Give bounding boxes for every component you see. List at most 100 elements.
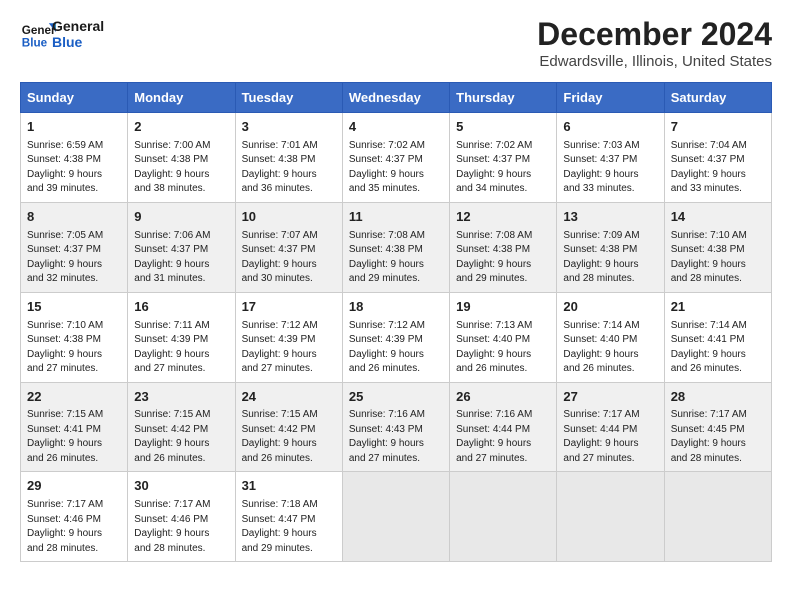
day-number: 28 (671, 388, 765, 407)
sunrise-label: Sunrise: 7:12 AM (349, 320, 425, 331)
sunset-label: Sunset: 4:38 PM (27, 154, 101, 165)
sunrise-label: Sunrise: 7:02 AM (349, 140, 425, 151)
daylight-label: Daylight: 9 hours (456, 259, 531, 270)
calendar-cell: 5Sunrise: 7:02 AMSunset: 4:37 PMDaylight… (450, 113, 557, 203)
sunset-label: Sunset: 4:41 PM (671, 334, 745, 345)
sunset-label: Sunset: 4:38 PM (671, 244, 745, 255)
calendar-cell: 18Sunrise: 7:12 AMSunset: 4:39 PMDayligh… (342, 292, 449, 382)
day-number: 21 (671, 298, 765, 317)
sunset-label: Sunset: 4:39 PM (242, 334, 316, 345)
daylight-label: Daylight: 9 hours (456, 349, 531, 360)
sunrise-label: Sunrise: 7:17 AM (134, 499, 210, 510)
daylight-label: Daylight: 9 hours (27, 259, 102, 270)
day-number: 22 (27, 388, 121, 407)
calendar-cell: 25Sunrise: 7:16 AMSunset: 4:43 PMDayligh… (342, 382, 449, 472)
daylight-label: Daylight: 9 hours (27, 169, 102, 180)
sunset-label: Sunset: 4:38 PM (456, 244, 530, 255)
day-number: 13 (563, 208, 657, 227)
day-number: 8 (27, 208, 121, 227)
daylight-label: Daylight: 9 hours (671, 259, 746, 270)
sunset-label: Sunset: 4:37 PM (349, 154, 423, 165)
sunrise-label: Sunrise: 7:10 AM (27, 320, 103, 331)
calendar-cell: 16Sunrise: 7:11 AMSunset: 4:39 PMDayligh… (128, 292, 235, 382)
col-header-thursday: Thursday (450, 83, 557, 113)
svg-text:General: General (22, 24, 56, 37)
calendar-cell: 17Sunrise: 7:12 AMSunset: 4:39 PMDayligh… (235, 292, 342, 382)
day-number: 10 (242, 208, 336, 227)
sunset-label: Sunset: 4:39 PM (134, 334, 208, 345)
daylight-label: Daylight: 9 hours (349, 349, 424, 360)
daylight-value: and 26 minutes. (349, 363, 420, 374)
sunrise-label: Sunrise: 7:15 AM (27, 409, 103, 420)
daylight-value: and 31 minutes. (134, 273, 205, 284)
sunset-label: Sunset: 4:38 PM (563, 244, 637, 255)
daylight-label: Daylight: 9 hours (242, 259, 317, 270)
sunrise-label: Sunrise: 7:12 AM (242, 320, 318, 331)
calendar-week-4: 22 Sunrise: 7:15 AM Sunset: 4:41 PM Dayligh… (21, 382, 772, 472)
sunset-label: Sunset: 4:38 PM (27, 334, 101, 345)
day-number: 16 (134, 298, 228, 317)
sunrise-label: Sunrise: 7:17 AM (27, 499, 103, 510)
daylight-value: and 28 minutes. (134, 543, 205, 554)
calendar-cell: 24Sunrise: 7:15 AMSunset: 4:42 PMDayligh… (235, 382, 342, 472)
daylight-value: and 27 minutes. (349, 453, 420, 464)
daylight-value: and 28 minutes. (671, 453, 742, 464)
page-container: General Blue General Blue December 2024 … (0, 0, 792, 572)
col-header-monday: Monday (128, 83, 235, 113)
calendar-cell: 6Sunrise: 7:03 AMSunset: 4:37 PMDaylight… (557, 113, 664, 203)
daylight-value: and 30 minutes. (242, 273, 313, 284)
day-number: 27 (563, 388, 657, 407)
daylight-value: and 26 minutes. (671, 363, 742, 374)
daylight-label: Daylight: 9 hours (242, 528, 317, 539)
calendar-cell: 3Sunrise: 7:01 AMSunset: 4:38 PMDaylight… (235, 113, 342, 203)
calendar-cell: 8Sunrise: 7:05 AMSunset: 4:37 PMDaylight… (21, 202, 128, 292)
sunset-label: Sunset: 4:44 PM (456, 424, 530, 435)
daylight-label: Daylight: 9 hours (134, 528, 209, 539)
day-number: 5 (456, 118, 550, 137)
day-number: 15 (27, 298, 121, 317)
page-header: General Blue General Blue December 2024 … (20, 16, 772, 70)
sunrise-label: Sunrise: 7:01 AM (242, 140, 318, 151)
daylight-label: Daylight: 9 hours (349, 169, 424, 180)
day-number: 20 (563, 298, 657, 317)
calendar-cell: 29Sunrise: 7:17 AMSunset: 4:46 PMDayligh… (21, 472, 128, 562)
day-number: 31 (242, 477, 336, 496)
sunrise-label: Sunrise: 7:16 AM (349, 409, 425, 420)
sunset-label: Sunset: 4:46 PM (134, 514, 208, 525)
sunset-label: Sunset: 4:38 PM (134, 154, 208, 165)
calendar-cell (557, 472, 664, 562)
sunrise-label: Sunrise: 7:17 AM (671, 409, 747, 420)
calendar-cell (664, 472, 771, 562)
daylight-label: Daylight: 9 hours (456, 438, 531, 449)
sunset-label: Sunset: 4:37 PM (456, 154, 530, 165)
calendar-cell: 12Sunrise: 7:08 AMSunset: 4:38 PMDayligh… (450, 202, 557, 292)
sunset-label: Sunset: 4:40 PM (563, 334, 637, 345)
col-header-wednesday: Wednesday (342, 83, 449, 113)
calendar-cell: 7Sunrise: 7:04 AMSunset: 4:37 PMDaylight… (664, 113, 771, 203)
calendar-cell: 31Sunrise: 7:18 AMSunset: 4:47 PMDayligh… (235, 472, 342, 562)
calendar-cell (342, 472, 449, 562)
day-number: 17 (242, 298, 336, 317)
daylight-label: Daylight: 9 hours (671, 438, 746, 449)
daylight-value: and 36 minutes. (242, 183, 313, 194)
daylight-label: Daylight: 9 hours (242, 169, 317, 180)
daylight-value: and 29 minutes. (349, 273, 420, 284)
daylight-value: and 26 minutes. (134, 453, 205, 464)
daylight-value: and 26 minutes. (27, 453, 98, 464)
calendar-table: SundayMondayTuesdayWednesdayThursdayFrid… (20, 82, 772, 562)
sunrise-label: Sunrise: 7:03 AM (563, 140, 639, 151)
day-number: 26 (456, 388, 550, 407)
daylight-label: Daylight: 9 hours (134, 349, 209, 360)
calendar-cell: 11Sunrise: 7:08 AMSunset: 4:38 PMDayligh… (342, 202, 449, 292)
calendar-cell: 10Sunrise: 7:07 AMSunset: 4:37 PMDayligh… (235, 202, 342, 292)
daylight-label: Daylight: 9 hours (134, 438, 209, 449)
calendar-cell: 19Sunrise: 7:13 AMSunset: 4:40 PMDayligh… (450, 292, 557, 382)
daylight-label: Daylight: 9 hours (563, 438, 638, 449)
logo-blue: Blue (52, 34, 104, 50)
day-number: 9 (134, 208, 228, 227)
calendar-cell: 4Sunrise: 7:02 AMSunset: 4:37 PMDaylight… (342, 113, 449, 203)
daylight-label: Daylight: 9 hours (242, 438, 317, 449)
sunset-label: Sunset: 4:44 PM (563, 424, 637, 435)
sunset-label: Sunset: 4:41 PM (27, 424, 101, 435)
daylight-value: and 28 minutes. (27, 543, 98, 554)
